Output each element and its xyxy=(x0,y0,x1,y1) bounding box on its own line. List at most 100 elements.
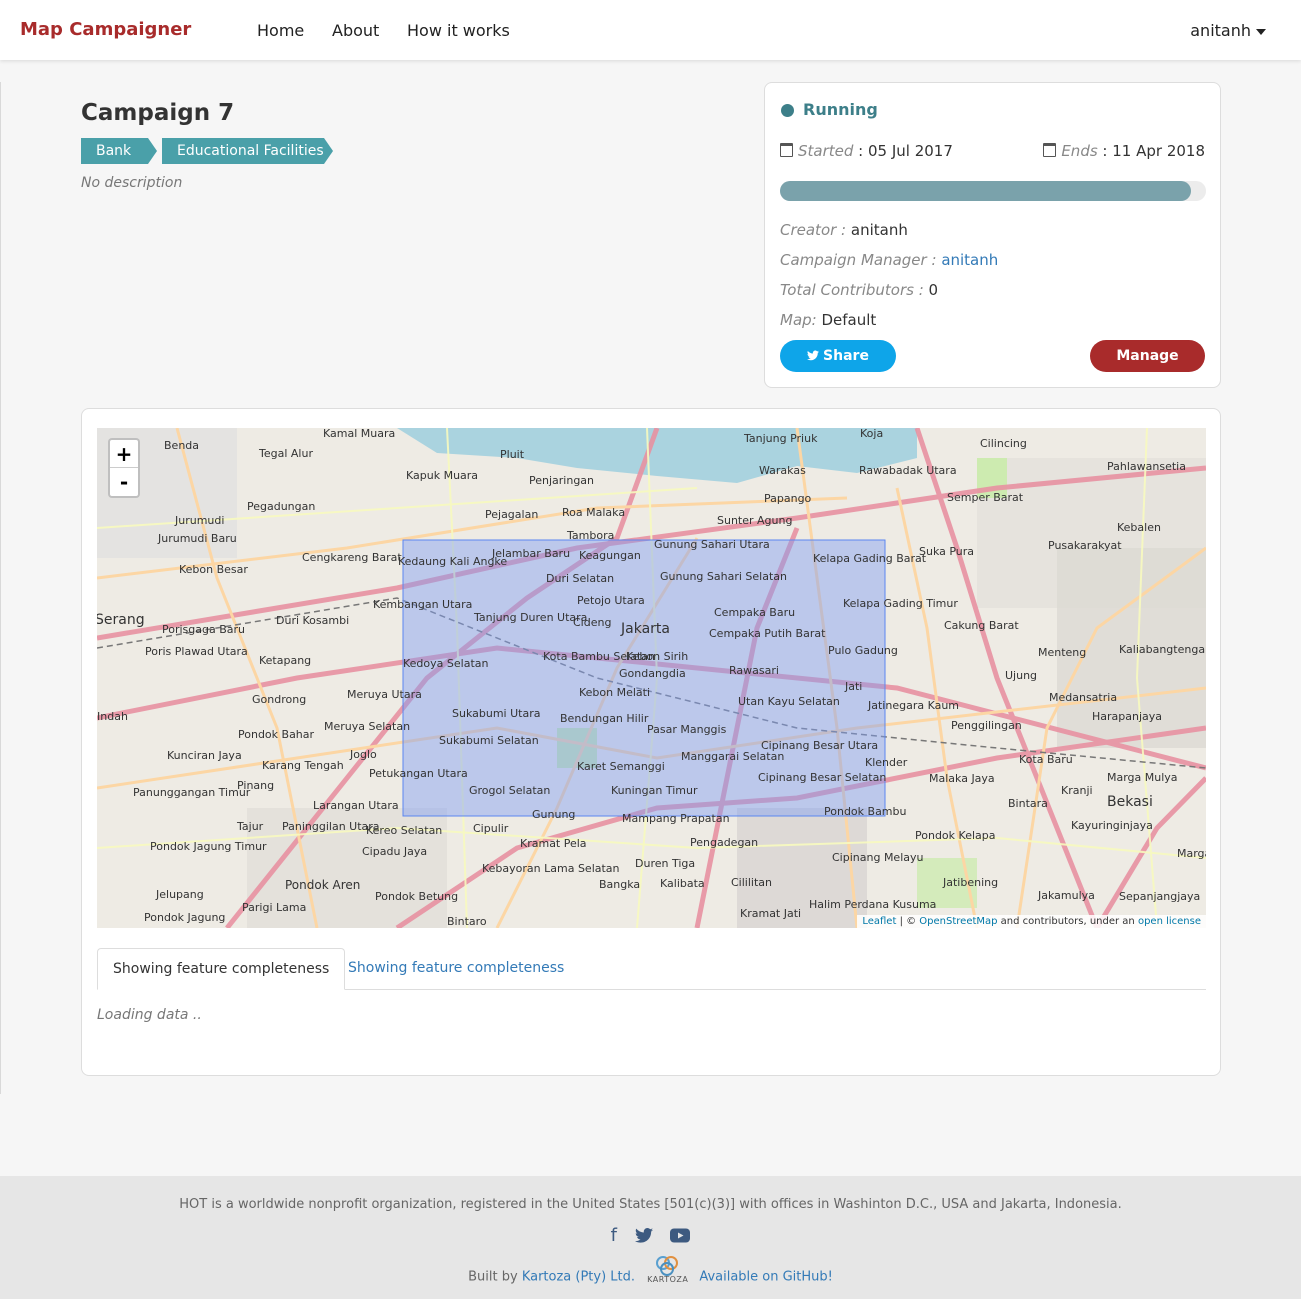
share-button[interactable]: Share xyxy=(780,340,896,372)
map-place-label: Pinang xyxy=(237,779,274,792)
map-place-label: Grogol Selatan xyxy=(469,784,550,797)
map-place-label: Kebalen xyxy=(1117,521,1161,534)
map-place-label: Kaliabangtengah xyxy=(1119,643,1206,656)
map-place-label: Larangan Utara xyxy=(313,799,399,812)
brand-logo[interactable]: Map Campaigner xyxy=(20,19,191,40)
map-place-label: Kunciran Jaya xyxy=(167,749,242,762)
map-place-label: Jurumudi Baru xyxy=(157,532,237,545)
map-place-label: Pondok Jagung Timur xyxy=(150,840,267,853)
tab-feature-completeness-active[interactable]: Showing feature completeness xyxy=(97,948,346,990)
manager-label: Campaign Manager : xyxy=(780,251,937,269)
map-place-label: Medansatria xyxy=(1049,691,1117,704)
zoom-control: + - xyxy=(108,438,140,498)
footer-description: HOT is a worldwide nonprofit organizatio… xyxy=(179,1197,1122,1212)
map-place-label: Cideng xyxy=(573,616,611,629)
leaflet-link[interactable]: Leaflet xyxy=(862,916,896,927)
creator-label: Creator : xyxy=(780,221,847,239)
calendar-icon xyxy=(780,143,793,157)
manager-link[interactable]: anitanh xyxy=(941,251,998,269)
map-place-label: Bangka xyxy=(599,878,640,891)
map-place-label: Petukangan Utara xyxy=(369,767,468,780)
page-title: Campaign 7 xyxy=(81,100,235,126)
attribution-sep: | © xyxy=(896,916,920,927)
map-place-label: Gondrong xyxy=(252,693,306,706)
ends-label: Ends xyxy=(1061,142,1098,160)
campaign-progress-bar xyxy=(780,181,1206,201)
map-place-label: Karang Tengah xyxy=(262,759,344,772)
map-value: Default xyxy=(821,311,877,329)
map-place-label: Jatinegara Kaum xyxy=(867,699,959,712)
map-place-label: Karet Semanggi xyxy=(577,760,665,773)
map-place-label: Tegal Alur xyxy=(258,447,313,460)
map-place-label: Meruya Selatan xyxy=(324,720,410,733)
map-place-label: Pejagalan xyxy=(485,508,538,521)
map-place-label: Pulo Gadung xyxy=(828,644,898,657)
map-place-label: Kebayoran Lama Selatan xyxy=(482,862,620,875)
osm-link[interactable]: OpenStreetMap xyxy=(919,916,997,927)
map-place-label: Kayuringinjaya xyxy=(1071,819,1153,832)
license-link[interactable]: open license xyxy=(1138,916,1201,927)
campaign-map[interactable]: Jakarta Kamal Muara Tanjung Priuk Koja C… xyxy=(97,428,1206,928)
map-place-label: Roa Malaka xyxy=(562,506,625,519)
map-place-label: Pengadegan xyxy=(690,836,758,849)
map-place-label: Kota Baru xyxy=(1019,753,1073,766)
map-place-label: Halim Perdana Kusuma xyxy=(809,898,936,911)
zoom-out-button[interactable]: - xyxy=(110,468,138,496)
loading-text: Loading data .. xyxy=(97,1007,202,1023)
calendar-icon xyxy=(1043,143,1057,157)
map-place-label: Marga Mulya xyxy=(1107,771,1178,784)
kartoza-logo: KARTOZA xyxy=(645,1253,689,1285)
map-card: Jakarta Kamal Muara Tanjung Priuk Koja C… xyxy=(81,408,1221,1076)
map-place-label: Bendungan Hilir xyxy=(560,712,649,725)
map-place-label: Penggilingan xyxy=(951,719,1022,732)
campaign-progress-fill xyxy=(780,181,1192,201)
map-place-label: Cilincing xyxy=(980,437,1027,450)
zoom-in-button[interactable]: + xyxy=(110,440,138,468)
map-place-label: Kuningan Timur xyxy=(611,784,698,797)
facebook-icon[interactable]: f xyxy=(611,1225,617,1246)
map-place-label: Kalibata xyxy=(660,877,705,890)
github-link[interactable]: Available on GitHub! xyxy=(699,1270,833,1285)
map-place-label: Jurumudi xyxy=(174,514,224,527)
map-place-label: Gunung xyxy=(532,808,575,821)
top-navbar: Map Campaigner Home About How it works a… xyxy=(0,0,1301,60)
map-place-label: Cipinang Besar Selatan xyxy=(758,771,886,784)
user-name: anitanh xyxy=(1190,21,1251,40)
twitter-icon[interactable] xyxy=(634,1225,659,1246)
map-place-label: Pegadungan xyxy=(247,500,315,513)
map-place-label: Duri Selatan xyxy=(546,572,614,585)
tag-educational-facilities[interactable]: Educational Facilities xyxy=(162,138,333,164)
map-place-label: Bintara xyxy=(1008,797,1048,810)
tab-feature-completeness[interactable]: Showing feature completeness xyxy=(333,948,579,990)
nav-about[interactable]: About xyxy=(332,21,379,40)
map-place-label: Serang xyxy=(97,612,145,628)
manager-row: Campaign Manager : anitanh xyxy=(780,251,998,269)
map-place-label: Jakamulya xyxy=(1037,889,1095,902)
creator-value: anitanh xyxy=(850,221,908,239)
map-place-label: Penjaringan xyxy=(529,474,594,487)
map-place-label: Kelapa Gading Timur xyxy=(843,597,958,610)
kartoza-link[interactable]: Kartoza (Pty) Ltd. xyxy=(522,1270,635,1285)
map-place-label: Jelupang xyxy=(155,888,204,901)
nav-how-it-works[interactable]: How it works xyxy=(407,21,510,40)
map-attribution: Leaflet | © OpenStreetMap and contributo… xyxy=(857,915,1206,928)
user-menu[interactable]: anitanh xyxy=(1190,21,1266,40)
map-place-label: Paninggilan Utara xyxy=(282,820,380,833)
map-place-label: Cililitan xyxy=(731,876,772,889)
nav-home[interactable]: Home xyxy=(257,21,304,40)
map-place-label: Gunung Sahari Utara xyxy=(654,538,770,551)
manage-button[interactable]: Manage xyxy=(1090,340,1205,372)
map-place-label: Bekasi xyxy=(1107,794,1153,810)
map-place-label: Gondangdia xyxy=(619,667,686,680)
page-footer: HOT is a worldwide nonprofit organizatio… xyxy=(0,1176,1301,1299)
creator-row: Creator : anitanh xyxy=(780,221,908,239)
map-place-label: Klender xyxy=(865,756,908,769)
attribution-text: and contributors, under an xyxy=(997,916,1138,927)
tag-bank[interactable]: Bank xyxy=(81,138,157,164)
feature-tabs: Showing feature completeness Showing fea… xyxy=(97,948,1206,990)
youtube-icon[interactable] xyxy=(670,1225,691,1246)
map-place-label: Malaka Jaya xyxy=(929,772,995,785)
chevron-down-icon xyxy=(1256,28,1266,35)
map-place-label: Koja xyxy=(860,428,883,440)
contributors-value: 0 xyxy=(928,281,939,299)
